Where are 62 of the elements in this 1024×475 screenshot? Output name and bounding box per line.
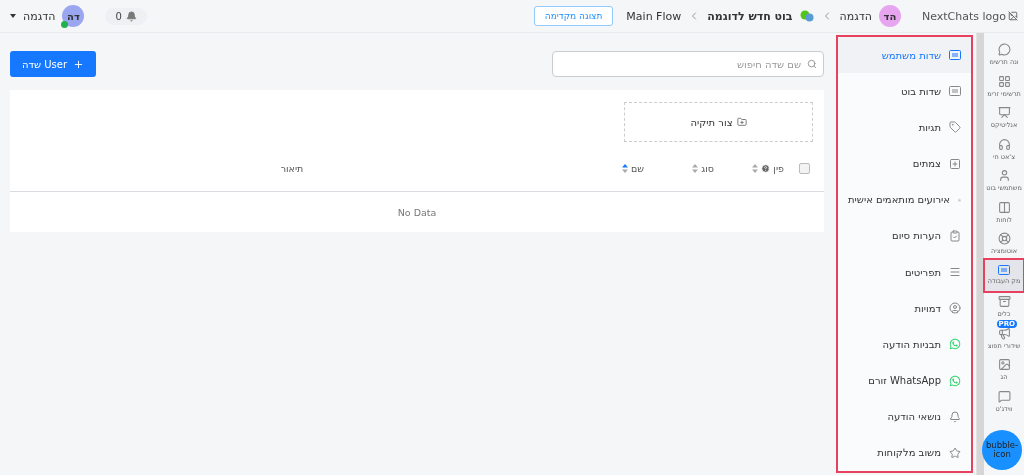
scrollbar[interactable] xyxy=(976,33,984,475)
tag-icon xyxy=(949,121,961,134)
panel-icon xyxy=(998,265,1010,276)
chart-board-icon xyxy=(997,106,1011,120)
menu-icon xyxy=(949,266,961,279)
submenu-item[interactable]: תגיות xyxy=(838,109,971,146)
submenu-item[interactable]: דמויות xyxy=(838,290,971,327)
help-icon[interactable] xyxy=(761,164,771,173)
create-folder-button[interactable]: צור תיקיה xyxy=(624,102,813,142)
panel-icon xyxy=(949,86,961,97)
user-circle-icon xyxy=(949,302,961,315)
column-header: שם xyxy=(630,163,644,174)
select-all-checkbox[interactable] xyxy=(799,163,810,174)
workspace-avatar: הד xyxy=(878,5,901,27)
submenu-item[interactable]: תפריטים xyxy=(838,254,971,291)
submenu-item[interactable]: הערות סיום xyxy=(838,217,971,255)
square-plus-icon xyxy=(949,157,961,170)
submenu-item[interactable]: משוב מלקוחות xyxy=(838,434,971,472)
submenu-item[interactable]: נושאי הודעה xyxy=(838,398,971,435)
submenu-item[interactable]: WhatsApp זורם xyxy=(838,362,971,399)
empty-message: No Data xyxy=(396,205,438,220)
logo: NextChats logo xyxy=(921,9,1018,23)
column-header: פין xyxy=(773,163,784,174)
clipboard-check-icon xyxy=(949,229,961,242)
search-field[interactable]: שם שדה חיפוש xyxy=(552,51,824,77)
megaphone-icon xyxy=(997,326,1011,340)
caret-icon[interactable] xyxy=(10,14,16,18)
sort-icon[interactable] xyxy=(621,164,628,173)
whatsapp-icon xyxy=(949,374,961,387)
user-name[interactable]: הדגמה xyxy=(23,9,56,23)
chat-icon xyxy=(997,389,1011,403)
column-header: סוג xyxy=(701,163,714,174)
breadcrumb[interactable]: Main Flow xyxy=(626,9,682,23)
workspace-name[interactable]: הדגמה xyxy=(839,9,872,23)
lifebuoy-icon xyxy=(997,232,1011,246)
columns-icon xyxy=(997,200,1011,214)
breadcrumb[interactable]: בוט חדש לדוגמה xyxy=(707,9,793,23)
submenu-item[interactable]: תבניות הודעה xyxy=(838,326,971,363)
sort-icon[interactable] xyxy=(752,164,759,173)
submenu-item[interactable]: שדות משתמש xyxy=(838,37,971,74)
bell-icon xyxy=(949,410,961,423)
folder-plus-icon xyxy=(736,117,747,127)
sort-icon[interactable] xyxy=(692,164,699,173)
whatsapp-icon xyxy=(949,338,961,351)
headset-icon xyxy=(997,137,1011,151)
plus-icon xyxy=(73,58,85,70)
add-field-button[interactable]: User שדה xyxy=(10,51,96,77)
bell-icon xyxy=(125,10,137,22)
chat-bubbles-icon xyxy=(799,10,814,22)
submenu-item[interactable]: אירועים מותאמים אישית xyxy=(838,181,971,218)
image-icon xyxy=(997,358,1011,372)
star-icon xyxy=(949,446,961,459)
user-avatar[interactable]: דה xyxy=(62,5,85,27)
archive-icon xyxy=(997,295,1011,309)
submenu-item[interactable]: צמתים xyxy=(838,145,971,182)
grid-icon xyxy=(997,74,1011,88)
column-header: תיאור xyxy=(280,163,304,174)
chat-bubbles-icon xyxy=(997,43,1011,57)
user-icon xyxy=(997,169,1011,183)
submenu-item[interactable]: שדות בוט xyxy=(838,73,971,110)
notifications-button[interactable]: 0 xyxy=(105,7,147,25)
panel-icon xyxy=(949,50,961,61)
